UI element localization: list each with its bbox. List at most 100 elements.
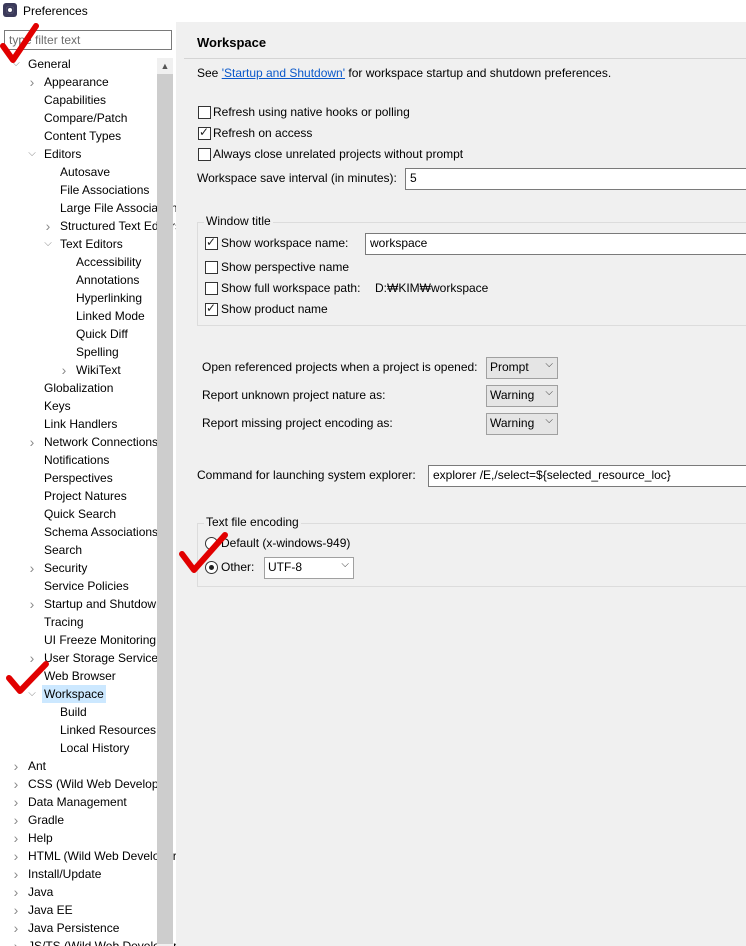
- tree-item[interactable]: Project Natures: [0, 487, 157, 505]
- tree-item[interactable]: › Appearance: [0, 73, 157, 91]
- tree-item-label: Local History: [60, 741, 130, 755]
- tree-item-label: Linked Resources: [60, 723, 157, 737]
- tree-item[interactable]: Link Handlers: [0, 415, 157, 433]
- tree-item[interactable]: › WikiText: [0, 361, 157, 379]
- tree-item[interactable]: › Startup and Shutdown: [0, 595, 163, 613]
- tree-item[interactable]: Spelling: [0, 343, 157, 361]
- tree-item-label: Spelling: [76, 345, 119, 359]
- chevron-right-icon[interactable]: ›: [11, 793, 21, 811]
- chevron-right-icon[interactable]: ›: [11, 883, 21, 901]
- tree-item[interactable]: UI Freeze Monitoring: [0, 631, 157, 649]
- chevron-right-icon[interactable]: ›: [27, 433, 37, 451]
- chevron-right-icon[interactable]: ›: [11, 811, 21, 829]
- missing-encoding-select[interactable]: Warning ⌵: [486, 413, 558, 435]
- tree-item[interactable]: › HTML (Wild Web Developer): [0, 847, 176, 865]
- tree-item[interactable]: Linked Mode: [0, 307, 157, 325]
- tree-item-label: Workspace: [42, 685, 106, 703]
- chevron-right-icon[interactable]: ›: [27, 73, 37, 91]
- tree-item-label: CSS (Wild Web Developer): [28, 777, 174, 791]
- tree-item[interactable]: Autosave: [0, 163, 157, 181]
- tree-item-label: Autosave: [60, 165, 111, 179]
- refresh-access-checkbox[interactable]: [198, 125, 211, 140]
- show-workspace-name-checkbox[interactable]: [205, 235, 218, 250]
- tree-item[interactable]: Service Policies: [0, 577, 157, 595]
- tree-item-label: File Associations: [60, 183, 150, 197]
- tree-item[interactable]: › Data Management: [0, 793, 157, 811]
- tree-item[interactable]: › Java Persistence: [0, 919, 157, 937]
- refresh-native-checkbox[interactable]: [198, 106, 211, 119]
- show-full-path-checkbox[interactable]: [205, 282, 218, 295]
- tree-item[interactable]: › Structured Text Editors: [0, 217, 176, 235]
- tree-item-label: Help: [28, 831, 53, 845]
- tree-item[interactable]: › Java: [0, 883, 157, 901]
- open-referenced-select[interactable]: Prompt ⌵: [486, 357, 558, 379]
- scroll-thumb[interactable]: [157, 74, 173, 944]
- tree-item[interactable]: Hyperlinking: [0, 289, 157, 307]
- tree-item[interactable]: › Gradle: [0, 811, 157, 829]
- chevron-right-icon[interactable]: ›: [11, 847, 21, 865]
- tree-item[interactable]: Build: [0, 703, 157, 721]
- tree-item[interactable]: Quick Search: [0, 505, 157, 523]
- tree-item[interactable]: ⌵ Text Editors: [0, 235, 157, 253]
- chevron-right-icon[interactable]: ›: [11, 937, 21, 946]
- chevron-down-icon[interactable]: ⌵: [43, 235, 53, 253]
- tree-item-label: Tracing: [44, 615, 84, 629]
- tree-item[interactable]: Capabilities: [0, 91, 157, 109]
- chevron-right-icon[interactable]: ›: [11, 829, 21, 847]
- red-checkmark-icon: [179, 532, 228, 573]
- tree-item[interactable]: › Ant: [0, 757, 157, 775]
- tree-item-label: Data Management: [28, 795, 127, 809]
- tree-item[interactable]: Content Types: [0, 127, 157, 145]
- chevron-right-icon[interactable]: ›: [43, 217, 53, 235]
- tree-item[interactable]: › Security: [0, 559, 157, 577]
- tree-item[interactable]: › Network Connections: [0, 433, 158, 451]
- unknown-nature-select[interactable]: Warning ⌵: [486, 385, 558, 407]
- tree-item[interactable]: Perspectives: [0, 469, 157, 487]
- tree-item[interactable]: File Associations: [0, 181, 157, 199]
- tree-item[interactable]: ⌵ Editors: [0, 145, 157, 163]
- other-encoding-select[interactable]: UTF-8 ⌵: [264, 557, 354, 579]
- scroll-up-icon[interactable]: ▲: [157, 58, 173, 74]
- tree-item[interactable]: Linked Resources: [0, 721, 157, 739]
- chevron-right-icon[interactable]: ›: [27, 559, 37, 577]
- chevron-down-icon[interactable]: ⌵: [27, 145, 37, 163]
- tree-item[interactable]: Local History: [0, 739, 157, 757]
- tree-item[interactable]: Annotations: [0, 271, 157, 289]
- save-interval-input[interactable]: 5: [405, 168, 746, 190]
- chevron-right-icon[interactable]: ›: [11, 757, 21, 775]
- tree-item[interactable]: Schema Associations: [0, 523, 158, 541]
- tree-item[interactable]: › Install/Update: [0, 865, 157, 883]
- tree-item-label: Perspectives: [44, 471, 113, 485]
- tree-item[interactable]: Quick Diff: [0, 325, 157, 343]
- tree-item[interactable]: Search: [0, 541, 157, 559]
- startup-shutdown-link[interactable]: 'Startup and Shutdown': [222, 66, 345, 80]
- tree-item-label: Notifications: [44, 453, 110, 467]
- refresh-access-label: Refresh on access: [213, 126, 313, 140]
- tree-item[interactable]: › Java EE: [0, 901, 157, 919]
- tree-item[interactable]: Large File Associations: [0, 199, 176, 217]
- tree-item[interactable]: › Help: [0, 829, 157, 847]
- chevron-right-icon[interactable]: ›: [11, 919, 21, 937]
- chevron-right-icon[interactable]: ›: [11, 775, 21, 793]
- tree-item-label: UI Freeze Monitoring: [44, 633, 157, 647]
- chevron-right-icon[interactable]: ›: [11, 901, 21, 919]
- tree-item[interactable]: › CSS (Wild Web Developer): [0, 775, 174, 793]
- tree-item[interactable]: Notifications: [0, 451, 157, 469]
- always-close-label: Always close unrelated projects without …: [213, 147, 464, 161]
- explorer-command-input[interactable]: explorer /E,/select=${selected_resource_…: [428, 465, 746, 487]
- tree-item[interactable]: Tracing: [0, 613, 157, 631]
- tree-scrollbar[interactable]: ▲: [157, 58, 173, 946]
- show-product-checkbox[interactable]: [205, 301, 218, 316]
- tree-item-label: Keys: [44, 399, 71, 413]
- show-perspective-checkbox[interactable]: [205, 261, 218, 274]
- tree-item[interactable]: Keys: [0, 397, 157, 415]
- tree-item[interactable]: Globalization: [0, 379, 157, 397]
- workspace-name-input[interactable]: workspace: [365, 233, 746, 255]
- tree-item[interactable]: Compare/Patch: [0, 109, 157, 127]
- tree-item[interactable]: Accessibility: [0, 253, 157, 271]
- chevron-right-icon[interactable]: ›: [11, 865, 21, 883]
- chevron-right-icon[interactable]: ›: [59, 361, 69, 379]
- chevron-right-icon[interactable]: ›: [27, 595, 37, 613]
- always-close-checkbox[interactable]: [198, 148, 211, 161]
- tree-item[interactable]: › JS/TS (Wild Web Developer): [0, 937, 176, 946]
